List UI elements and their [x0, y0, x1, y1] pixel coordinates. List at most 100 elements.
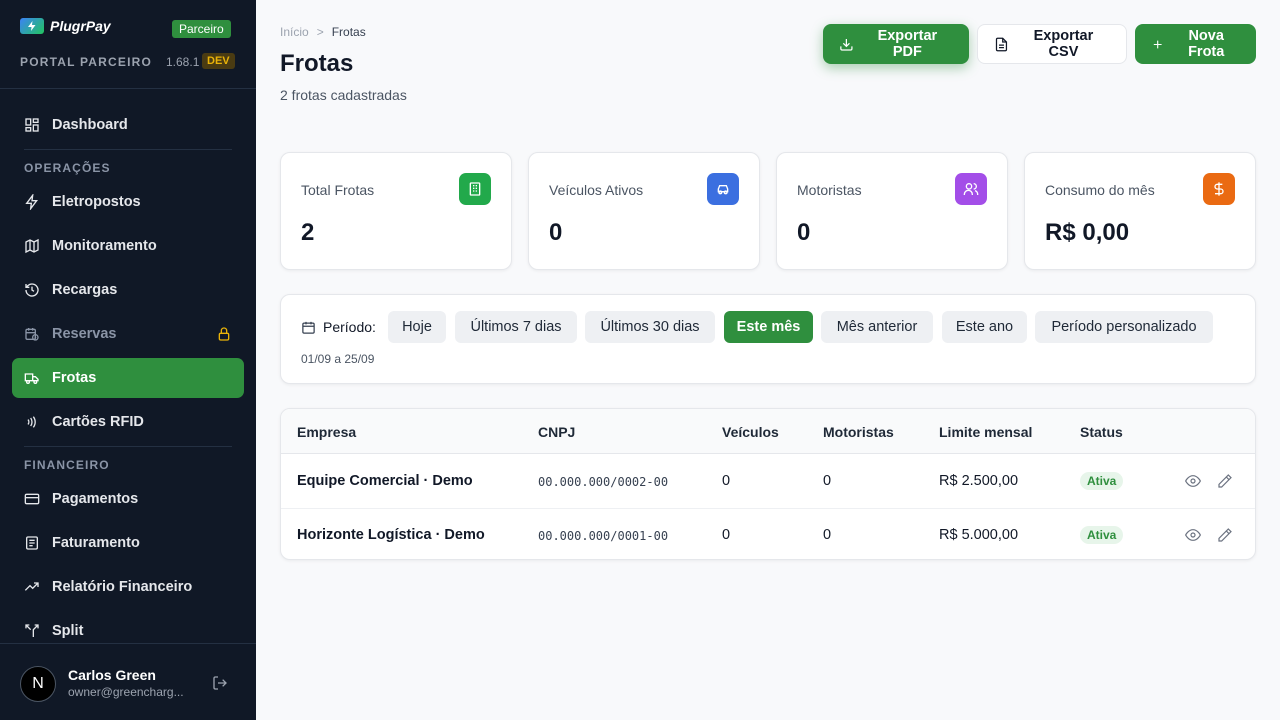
period-option-este-mes[interactable]: Este mês: [724, 311, 813, 343]
sidebar-item-eletropostos[interactable]: Eletropostos: [12, 182, 244, 222]
download-icon: [840, 38, 853, 51]
period-option-personalizado[interactable]: Período personalizado: [1035, 311, 1213, 343]
stat-label: Total Frotas: [301, 182, 375, 198]
period-option-30-dias[interactable]: Últimos 30 dias: [585, 311, 715, 343]
export-pdf-button[interactable]: Exportar PDF: [823, 24, 969, 64]
section-label-finance: FINANCEIRO: [24, 458, 110, 472]
status-badge: Ativa: [1080, 472, 1124, 490]
stat-label: Motoristas: [797, 182, 862, 198]
breadcrumb: Início > Frotas: [280, 25, 366, 39]
sidebar-item-pagamentos[interactable]: Pagamentos: [12, 479, 244, 519]
page-subtitle: 2 frotas cadastradas: [280, 87, 407, 103]
column-header-veiculos[interactable]: Veículos: [722, 424, 779, 440]
card-icon: [24, 493, 40, 505]
sidebar-item-label: Eletropostos: [52, 194, 141, 210]
column-header-cnpj[interactable]: CNPJ: [538, 424, 575, 440]
receipt-icon: [26, 536, 38, 550]
column-header-empresa[interactable]: Empresa: [297, 424, 356, 440]
env-badge: DEV: [202, 53, 235, 69]
sidebar-item-label: Dashboard: [52, 117, 128, 133]
portal-label: PORTAL PARCEIRO: [20, 55, 153, 69]
page-title: Frotas: [280, 50, 354, 77]
cell-company: Equipe Comercial · Demo: [297, 473, 473, 489]
section-label-operations: OPERAÇÕES: [24, 161, 111, 175]
stat-card-consumo-mes: Consumo do mês R$ 0,00: [1024, 152, 1256, 270]
cell-drivers: 0: [823, 527, 832, 543]
sidebar-item-monitoramento[interactable]: Monitoramento: [12, 226, 244, 266]
period-option-este-ano[interactable]: Este ano: [942, 311, 1027, 343]
sidebar-item-reservas[interactable]: Reservas: [12, 314, 244, 354]
user-email: owner@greencharg...: [68, 685, 184, 699]
sidebar-item-label: Frotas: [52, 370, 97, 386]
column-header-status[interactable]: Status: [1080, 424, 1123, 440]
period-option-hoje[interactable]: Hoje: [388, 311, 446, 343]
breadcrumb-home[interactable]: Início: [280, 25, 309, 39]
grid-icon: [25, 118, 39, 132]
pencil-icon[interactable]: [1217, 527, 1233, 548]
period-label: Período:: [301, 319, 376, 335]
avatar[interactable]: N: [20, 666, 56, 702]
brand-logo-icon: [20, 18, 44, 34]
user-box: N Carlos Green owner@greencharg...: [0, 643, 256, 720]
sidebar-item-label: Relatório Financeiro: [52, 579, 193, 595]
table-row[interactable]: Horizonte Logística · Demo 00.000.000/00…: [281, 508, 1255, 559]
eye-icon[interactable]: [1184, 527, 1202, 548]
sidebar-item-faturamento[interactable]: Faturamento: [12, 523, 244, 563]
sidebar-item-label: Split: [52, 623, 84, 639]
period-filter: Período: Hoje Últimos 7 dias Últimos 30 …: [280, 294, 1256, 384]
map-icon: [25, 238, 39, 254]
breadcrumb-separator: >: [316, 25, 324, 39]
user-name: Carlos Green: [68, 667, 156, 683]
column-header-limite[interactable]: Limite mensal: [939, 424, 1032, 440]
stat-card-motoristas: Motoristas 0: [776, 152, 1008, 270]
cell-vehicles: 0: [722, 527, 731, 543]
car-icon: [707, 173, 739, 205]
history-icon: [25, 283, 39, 297]
nfc-icon: [27, 416, 36, 428]
sidebar-item-relatorio-financeiro[interactable]: Relatório Financeiro: [12, 567, 244, 607]
sidebar-item-label: Pagamentos: [52, 491, 139, 507]
period-range: 01/09 a 25/09: [301, 352, 375, 366]
partner-badge: Parceiro: [172, 20, 231, 38]
stat-value: 2: [301, 219, 315, 246]
period-option-mes-anterior[interactable]: Mês anterior: [821, 311, 933, 343]
breadcrumb-current: Frotas: [331, 25, 366, 39]
sidebar-divider: [0, 88, 256, 89]
eye-icon[interactable]: [1184, 473, 1202, 494]
sidebar-item-frotas[interactable]: Frotas: [12, 358, 244, 398]
sidebar-item-recargas[interactable]: Recargas: [12, 270, 244, 310]
period-label-text: Período:: [323, 319, 376, 335]
fleet-table: Empresa CNPJ Veículos Motoristas Limite …: [280, 408, 1256, 560]
version-label: 1.68.1: [166, 55, 200, 69]
stat-value: R$ 0,00: [1045, 219, 1130, 246]
brand-name: PlugrPay: [50, 18, 111, 34]
cell-cnpj: 00.000.000/0001-00: [538, 529, 669, 543]
plus-icon: [1153, 40, 1162, 48]
sidebar-item-cartoes-rfid[interactable]: Cartões RFID: [12, 402, 244, 442]
stat-label: Consumo do mês: [1045, 182, 1155, 198]
sidebar-item-label: Reservas: [52, 326, 117, 342]
cell-limit: R$ 5.000,00: [939, 527, 1019, 543]
stat-card-veiculos-ativos: Veículos Ativos 0: [528, 152, 760, 270]
sidebar-item-dashboard[interactable]: Dashboard: [12, 105, 244, 145]
table-row[interactable]: Equipe Comercial · Demo 00.000.000/0002-…: [281, 455, 1255, 508]
cell-cnpj: 00.000.000/0002-00: [538, 475, 669, 489]
new-fleet-button[interactable]: Nova Frota: [1135, 24, 1256, 64]
brand[interactable]: PlugrPay: [20, 18, 111, 34]
column-header-motoristas[interactable]: Motoristas: [823, 424, 894, 440]
period-option-7-dias[interactable]: Últimos 7 dias: [455, 311, 577, 343]
truck-icon: [24, 373, 39, 384]
stat-card-total-frotas: Total Frotas 2: [280, 152, 512, 270]
sidebar-item-label: Faturamento: [52, 535, 140, 551]
cell-limit: R$ 2.500,00: [939, 473, 1019, 489]
logout-icon[interactable]: [212, 675, 228, 696]
calendar-clock-icon: [25, 328, 39, 341]
split-icon: [25, 624, 39, 637]
pencil-icon[interactable]: [1217, 473, 1233, 494]
export-csv-button[interactable]: Exportar CSV: [977, 24, 1127, 64]
sidebar-item-label: Recargas: [52, 282, 118, 298]
trending-icon: [24, 582, 39, 591]
cell-company: Horizonte Logística · Demo: [297, 527, 485, 543]
cell-drivers: 0: [823, 473, 832, 489]
cell-vehicles: 0: [722, 473, 731, 489]
